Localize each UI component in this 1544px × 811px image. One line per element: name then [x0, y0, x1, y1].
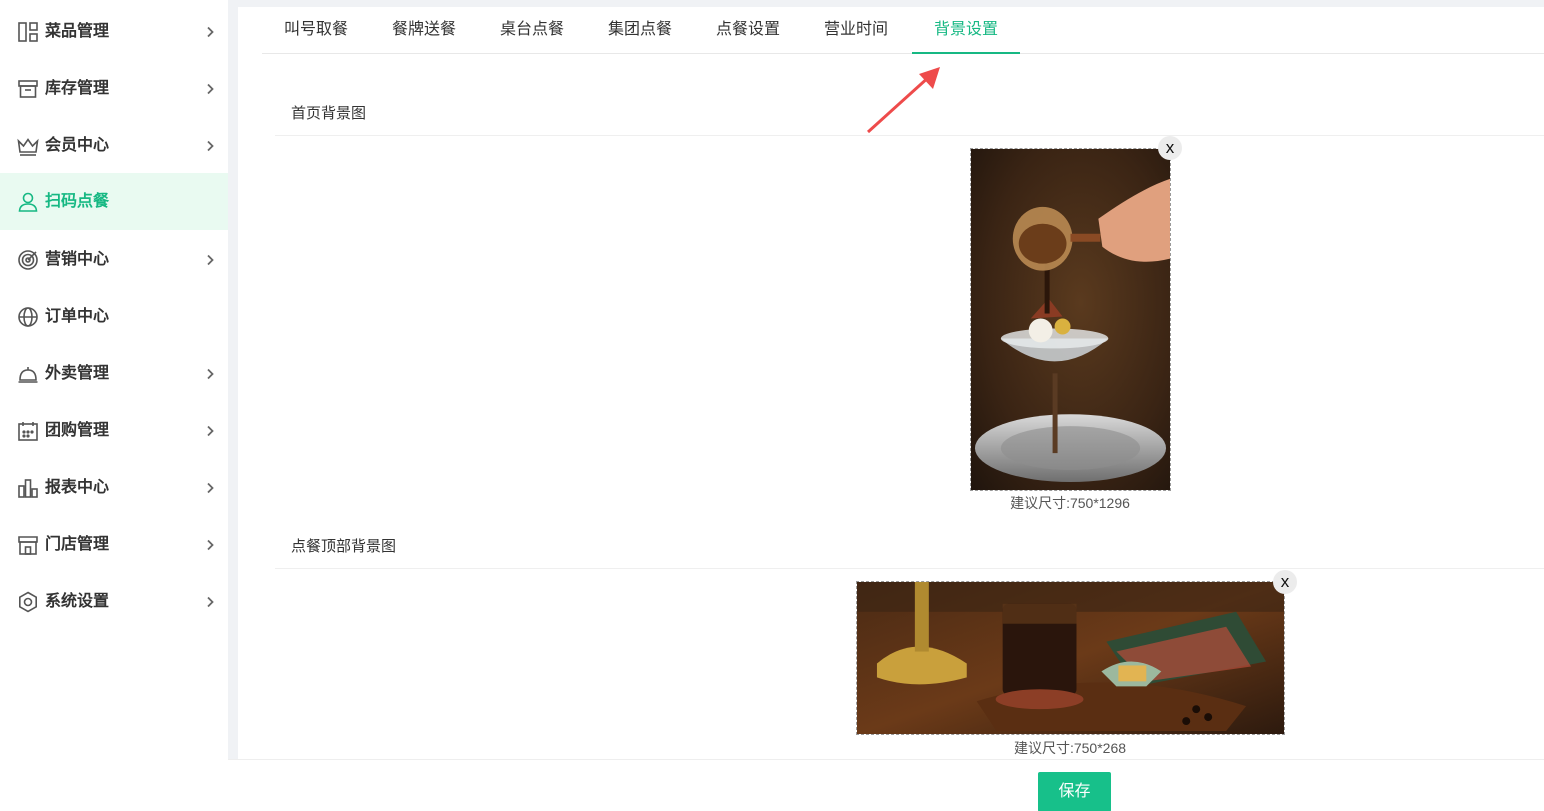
tab-group-order[interactable]: 集团点餐	[586, 7, 694, 54]
sidebar-item-dishes[interactable]: 菜品管理	[0, 3, 228, 60]
sidebar-item-members[interactable]: 会员中心	[0, 117, 228, 174]
sidebar-item-label: 菜品管理	[45, 23, 110, 40]
remove-home-image-button[interactable]: x	[1158, 136, 1182, 160]
section-divider	[275, 568, 1544, 569]
sidebar-item-label: 门店管理	[45, 536, 110, 553]
crown-icon	[17, 135, 39, 157]
chevron-right-icon	[204, 26, 216, 38]
sidebar-item-label: 外卖管理	[45, 365, 110, 382]
tab-order-settings[interactable]: 点餐设置	[694, 7, 802, 54]
remove-top-image-button[interactable]: x	[1273, 570, 1297, 594]
home-background-image[interactable]	[970, 148, 1171, 491]
sidebar-item-stores[interactable]: 门店管理	[0, 516, 228, 573]
sidebar-item-label: 扫码点餐	[45, 193, 110, 210]
sidebar: 菜品管理 库存管理 会员中心 扫码点餐 营销中心 订单中心 外卖管理 团购管理 …	[0, 0, 228, 811]
main-panel: 叫号取餐 餐牌送餐 桌台点餐 集团点餐 点餐设置 营业时间 背景设置 首页背景图	[238, 7, 1544, 759]
sidebar-item-label: 报表中心	[45, 479, 110, 496]
tab-call-number[interactable]: 叫号取餐	[262, 7, 370, 54]
target-icon	[17, 249, 39, 271]
inventory-box-icon	[17, 78, 39, 100]
sidebar-item-group-buy[interactable]: 团购管理	[0, 402, 228, 459]
tab-bar: 叫号取餐 餐牌送餐 桌台点餐 集团点餐 点餐设置 营业时间 背景设置	[262, 7, 1544, 54]
sidebar-item-label: 订单中心	[45, 308, 110, 325]
sidebar-item-orders[interactable]: 订单中心	[0, 288, 228, 345]
sidebar-item-settings[interactable]: 系统设置	[0, 573, 228, 630]
top-background-image[interactable]	[856, 581, 1285, 735]
sidebar-item-marketing[interactable]: 营销中心	[0, 231, 228, 288]
sidebar-item-label: 库存管理	[45, 80, 110, 97]
bar-chart-icon	[17, 477, 39, 499]
section-title-home-bg: 首页背景图	[291, 105, 367, 122]
tab-table-order[interactable]: 桌台点餐	[478, 7, 586, 54]
save-button[interactable]: 保存	[1038, 772, 1111, 811]
home-size-hint: 建议尺寸:750*1296	[1010, 495, 1130, 511]
sidebar-item-label: 营销中心	[45, 251, 110, 268]
storefront-icon	[17, 534, 39, 556]
chevron-right-icon	[204, 254, 216, 266]
sidebar-item-delivery[interactable]: 外卖管理	[0, 345, 228, 402]
calendar-icon	[17, 420, 39, 442]
footer-bar: 保存	[228, 759, 1544, 811]
section-divider	[275, 135, 1544, 136]
tab-background-settings[interactable]: 背景设置	[912, 7, 1020, 54]
globe-icon	[17, 306, 39, 328]
sidebar-item-inventory[interactable]: 库存管理	[0, 60, 228, 117]
gear-icon	[17, 591, 39, 613]
tab-business-hours[interactable]: 营业时间	[802, 7, 910, 54]
user-icon	[17, 191, 39, 213]
top-size-hint: 建议尺寸:750*268	[1013, 740, 1127, 756]
service-bell-icon	[17, 363, 39, 385]
annotation-arrow-icon	[866, 67, 940, 134]
sidebar-item-scan-order[interactable]: 扫码点餐	[0, 173, 228, 230]
chevron-right-icon	[204, 425, 216, 437]
chevron-right-icon	[204, 596, 216, 608]
sidebar-item-label: 会员中心	[45, 137, 110, 154]
sidebar-item-label: 团购管理	[45, 422, 110, 439]
sidebar-item-label: 系统设置	[45, 593, 110, 610]
chevron-right-icon	[204, 482, 216, 494]
chevron-right-icon	[204, 539, 216, 551]
tab-table-card-delivery[interactable]: 餐牌送餐	[370, 7, 478, 54]
chevron-right-icon	[204, 83, 216, 95]
section-title-top-bg: 点餐顶部背景图	[291, 538, 397, 555]
sidebar-item-reports[interactable]: 报表中心	[0, 459, 228, 516]
chevron-right-icon	[204, 368, 216, 380]
dishes-grid-icon	[17, 21, 39, 43]
chevron-right-icon	[204, 140, 216, 152]
